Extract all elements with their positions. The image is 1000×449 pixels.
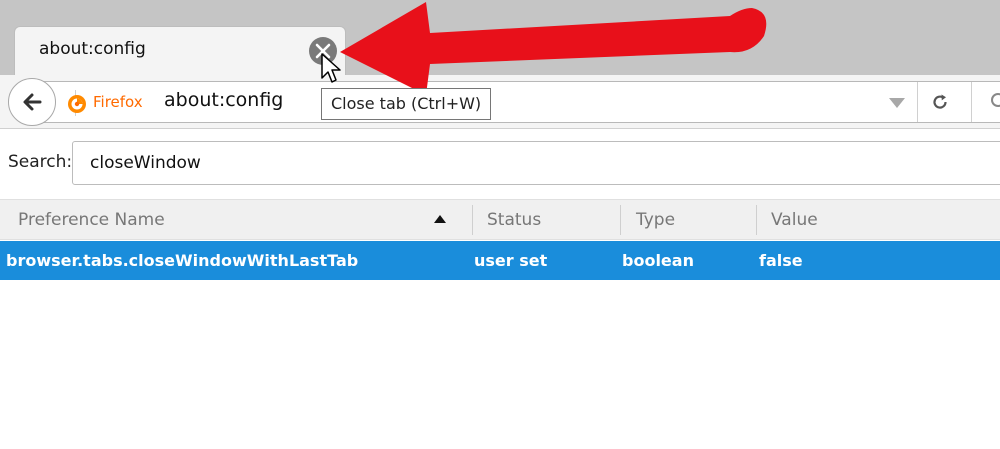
search-input[interactable]	[72, 141, 1000, 185]
column-header-type[interactable]: Type	[636, 210, 675, 230]
firefox-logo-icon	[68, 95, 86, 113]
column-header-status[interactable]: Status	[487, 210, 541, 230]
type-cell: boolean	[622, 251, 694, 270]
url-history-dropdown-icon[interactable]	[889, 98, 905, 108]
identity-label: Firefox	[93, 93, 143, 111]
back-arrow-icon	[23, 93, 42, 111]
browser-window: about:config Firefox about:config Search…	[0, 0, 1000, 449]
close-tab-tooltip: Close tab (Ctrl+W)	[321, 88, 492, 120]
column-separator[interactable]	[472, 205, 473, 235]
search-icon[interactable]	[989, 91, 1000, 113]
tab-about-config[interactable]: about:config	[14, 26, 346, 75]
column-header-preference-name[interactable]: Preference Name	[18, 210, 165, 230]
column-separator[interactable]	[756, 205, 757, 235]
column-header-value[interactable]: Value	[771, 210, 818, 230]
sort-ascending-icon[interactable]	[434, 215, 446, 223]
search-label: Search:	[8, 152, 73, 172]
search-separator	[971, 82, 972, 122]
identity-box[interactable]: Firefox	[67, 90, 143, 116]
reload-icon[interactable]	[929, 91, 951, 113]
value-cell: false	[759, 251, 803, 270]
mouse-cursor-icon	[321, 53, 341, 83]
preference-name-cell: browser.tabs.closeWindowWithLastTab	[6, 251, 359, 270]
table-row[interactable]: browser.tabs.closeWindowWithLastTab user…	[0, 241, 1000, 280]
annotation-arrow-icon	[340, 2, 767, 95]
column-separator[interactable]	[620, 205, 621, 235]
reload-separator	[917, 82, 918, 122]
url-text[interactable]: about:config	[164, 89, 283, 111]
status-cell: user set	[474, 251, 548, 270]
tab-title: about:config	[39, 39, 146, 59]
back-button[interactable]	[8, 78, 56, 126]
table-header: Preference Name Status Type Value	[0, 199, 1000, 240]
